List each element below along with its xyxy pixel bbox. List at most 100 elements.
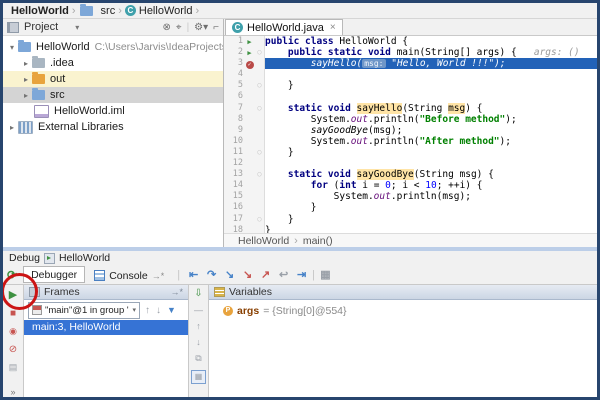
code-line-3[interactable]: 3✓ sayHello(msg: "Hello, World !!!"); — [224, 58, 597, 69]
frame-main[interactable]: main:3, HelloWorld — [24, 320, 188, 335]
drop-frame-icon[interactable]: ↩ — [276, 268, 291, 281]
code-line-9[interactable]: 9 sayGoodBye(msg); — [224, 125, 597, 136]
breakpoint-icon[interactable]: ✓ — [246, 61, 254, 69]
tree-chevron-icon[interactable]: ▸ — [21, 59, 31, 68]
code-line-15[interactable]: 15 System.out.println(msg); — [224, 191, 597, 202]
resume-button[interactable]: ▶ — [6, 288, 20, 301]
step-into-icon[interactable]: ↘ — [222, 268, 237, 281]
evaluate-expression-icon[interactable]: ▦ — [318, 268, 333, 281]
code-text[interactable]: System.out.println("After method"); — [265, 136, 597, 147]
force-step-into-icon[interactable]: ↘ — [240, 268, 255, 281]
hide-library-frames-icon[interactable]: ⇩ — [192, 288, 205, 299]
crumb-src[interactable]: src — [77, 5, 118, 17]
fold-icon[interactable]: ○ — [256, 103, 263, 114]
code-text[interactable]: System.out.println("Before method"); — [265, 114, 597, 125]
code-text[interactable]: System.out.println(msg); — [265, 191, 597, 202]
code-text[interactable]: } — [265, 147, 597, 158]
fold-icon[interactable]: ○ — [256, 214, 263, 225]
tree-item-iml[interactable]: HelloWorld.iml — [3, 103, 223, 119]
code-text[interactable] — [265, 69, 597, 80]
run-line-icon[interactable]: ▶ — [247, 49, 251, 57]
step-out-icon[interactable]: ↗ — [258, 268, 273, 281]
next-frame-icon[interactable]: ↓ — [156, 305, 161, 316]
thread-selector[interactable]: "main"@1 in group "m..." ▾ — [28, 302, 140, 319]
code-line-13[interactable]: 13○ static void sayGoodBye(String msg) { — [224, 169, 597, 180]
code-text[interactable]: } — [265, 225, 597, 233]
tree-chevron-icon[interactable]: ▾ — [7, 43, 17, 52]
code-line-2[interactable]: 2▶○ public static void main(String[] arg… — [224, 47, 597, 58]
collapse-all-icon[interactable]: ⊗ — [163, 22, 171, 33]
debug-title[interactable]: Debug — [9, 252, 40, 264]
code-line-18[interactable]: 18} — [224, 225, 597, 233]
project-panel-title[interactable]: Project — [24, 21, 58, 33]
tab-helloworld-java[interactable]: HelloWorld.java × — [225, 19, 343, 35]
code-text[interactable]: static void sayHello(String msg) { — [265, 103, 597, 114]
preview-icon[interactable]: ▦ — [191, 370, 206, 384]
code-text[interactable] — [265, 91, 597, 102]
code-text[interactable]: sayGoodBye(msg); — [265, 125, 597, 136]
down-icon[interactable]: ↓ — [192, 337, 205, 347]
filter-frames-icon[interactable]: ▼ — [167, 305, 176, 315]
settings-icon[interactable]: ⚙▾ — [194, 22, 208, 33]
copy-icon[interactable]: ⧉ — [192, 353, 205, 364]
code-text[interactable]: for (int i = 0; i < 10; ++i) { — [265, 180, 597, 191]
code-text[interactable]: public class HelloWorld { — [265, 36, 597, 47]
mute-breakpoints-button[interactable]: ⊘ — [6, 344, 20, 355]
view-breakpoints-button[interactable]: ◉ — [6, 326, 20, 337]
code-line-14[interactable]: 14 for (int i = 0; i < 10; ++i) { — [224, 180, 597, 191]
show-execution-point-icon[interactable]: ⇤ — [186, 268, 201, 281]
code-line-11[interactable]: 11○ } — [224, 147, 597, 158]
tree-item-idea[interactable]: ▸.idea — [3, 55, 223, 71]
frames-header-options-icon[interactable]: →* — [170, 287, 183, 297]
editor-breadcrumb-item[interactable]: main() — [303, 235, 333, 247]
tab-console[interactable]: Console→* — [87, 268, 171, 283]
code-line-6[interactable]: 6 — [224, 91, 597, 102]
overflow-chevron[interactable]: » — [10, 387, 15, 399]
code-line-10[interactable]: 10 System.out.println("After method"); — [224, 136, 597, 147]
tree-chevron-icon[interactable]: ▸ — [21, 75, 31, 84]
run-to-cursor-icon[interactable]: ⇥ — [294, 268, 309, 281]
code-text[interactable]: } — [265, 202, 597, 213]
tree-item-root[interactable]: ▾HelloWorldC:\Users\Jarvis\IdeaProjects\… — [3, 39, 223, 55]
code-text[interactable]: } — [265, 214, 597, 225]
close-icon[interactable]: × — [330, 22, 336, 33]
hide-panel-icon[interactable]: ⌐ — [213, 22, 219, 33]
fold-icon[interactable]: ○ — [256, 80, 263, 91]
project-dropdown-icon[interactable]: ▾ — [75, 23, 79, 32]
code-line-17[interactable]: 17○ } — [224, 214, 597, 225]
editor-breadcrumb-item[interactable]: HelloWorld — [238, 235, 289, 247]
code-editor[interactable]: 1▶public class HelloWorld {2▶○ public st… — [224, 36, 597, 233]
code-line-1[interactable]: 1▶public class HelloWorld { — [224, 36, 597, 47]
code-text[interactable]: public static void main(String[] args) {… — [265, 47, 597, 58]
code-line-12[interactable]: 12 — [224, 158, 597, 169]
up-icon[interactable]: ↑ — [192, 321, 205, 331]
run-line-icon[interactable]: ▶ — [247, 38, 251, 46]
fold-icon[interactable]: ○ — [256, 47, 263, 58]
thread-dump-button[interactable]: ▤ — [6, 362, 20, 373]
code-text[interactable] — [265, 158, 597, 169]
tree-chevron-icon[interactable]: ▸ — [21, 91, 31, 100]
tree-item-out[interactable]: ▸out — [3, 71, 223, 87]
code-line-7[interactable]: 7○ static void sayHello(String msg) { — [224, 103, 597, 114]
rerun-button[interactable]: ⟳ — [7, 268, 17, 282]
crumb-class[interactable]: HelloWorld — [123, 5, 195, 17]
fold-icon[interactable]: ○ — [256, 169, 263, 180]
code-line-4[interactable]: 4 — [224, 69, 597, 80]
fold-icon[interactable]: ○ — [256, 147, 263, 158]
code-text[interactable]: static void sayGoodBye(String msg) { — [265, 169, 597, 180]
stop-button[interactable]: ■ — [6, 308, 20, 319]
tree-chevron-icon[interactable]: ▸ — [7, 123, 17, 132]
code-line-5[interactable]: 5○ } — [224, 80, 597, 91]
code-line-8[interactable]: 8 System.out.println("Before method"); — [224, 114, 597, 125]
tab-debugger[interactable]: Debugger — [23, 266, 85, 283]
tree-item-src[interactable]: ▸src — [3, 87, 223, 103]
code-text[interactable]: } — [265, 80, 597, 91]
step-over-icon[interactable]: ↷ — [204, 268, 219, 281]
tree-item-external-libraries[interactable]: ▸External Libraries — [3, 119, 223, 135]
locate-file-icon[interactable]: ⌖ — [176, 22, 182, 33]
var-args[interactable]: Pargs = {String[0]@554} — [223, 305, 597, 317]
code-line-16[interactable]: 16 } — [224, 202, 597, 213]
code-text[interactable]: sayHello(msg: "Hello, World !!!"); — [265, 58, 597, 69]
crumb-project[interactable]: HelloWorld — [9, 5, 71, 17]
prev-frame-icon[interactable]: ↑ — [145, 305, 150, 316]
